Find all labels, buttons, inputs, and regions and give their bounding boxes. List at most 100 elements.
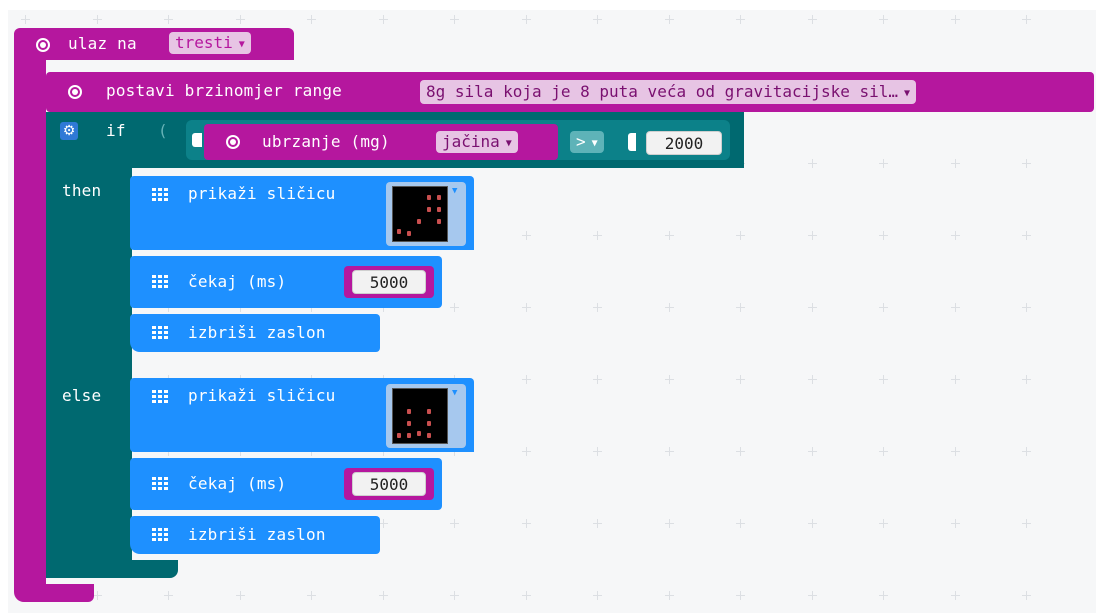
set-accelerometer-range-block[interactable]: postavi brzinomjer range 8g sila koja je… [46,72,1094,112]
grid-cross [93,591,102,600]
grid-cross [951,15,960,24]
grid-cross [951,231,960,240]
grid-cross [736,519,745,528]
pause-label: čekaj (ms) [188,272,287,291]
if-bottom [46,560,178,578]
grid-cross [951,303,960,312]
grid-cross [808,447,817,456]
grid-icon [152,528,168,542]
gesture-dropdown[interactable]: tresti ▼ [169,32,251,54]
show-icon-label: prikaži sličicu [188,386,336,405]
grid-cross [1022,591,1031,600]
led-image [392,388,448,444]
grid-cross [1022,159,1031,168]
grid-cross [736,303,745,312]
grid-icon [152,275,168,289]
gear-icon[interactable]: ⚙ [60,122,78,140]
show-icon-label: prikaži sličicu [188,184,336,203]
dropdown-arrow-icon: ▼ [505,138,512,149]
clear-screen-block[interactable]: izbriši zaslon [130,314,380,352]
grid-cross [593,231,602,240]
grid-cross [879,519,888,528]
if-label: if [106,121,126,140]
clear-screen-label: izbriši zaslon [188,525,326,544]
grid-cross [522,231,531,240]
grid-cross [808,303,817,312]
range-value: 8g sila koja je 8 puta veća od gravitaci… [426,82,899,101]
grid-cross [665,591,674,600]
grid-cross [879,447,888,456]
grid-cross [593,15,602,24]
grid-cross [879,375,888,384]
pause-label: čekaj (ms) [188,474,287,493]
grid-cross [522,519,531,528]
grid-cross [808,159,817,168]
pause-block[interactable]: čekaj (ms) 5000 [130,458,442,510]
grid-cross [1022,303,1031,312]
acceleration-label: ubrzanje (mg) [262,132,390,151]
comparison-value-input[interactable]: 2000 [646,131,722,155]
on-gesture-bottom [14,584,94,602]
number-notch [628,133,636,151]
icon-picker[interactable]: ▼ [386,182,466,246]
grid-cross [736,231,745,240]
show-icon-block[interactable]: prikaži sličicu ▼ [130,378,474,452]
grid-cross [522,303,531,312]
grid-cross [736,591,745,600]
grid-cross [736,375,745,384]
grid-cross [450,519,459,528]
grid-cross [379,15,388,24]
grid-cross [379,519,388,528]
grid-icon [152,326,168,340]
grid-cross [951,159,960,168]
grid-cross [879,303,888,312]
pause-value: 5000 [369,273,409,292]
if-paren: ( [158,121,168,140]
grid-cross [450,591,459,600]
grid-cross [808,591,817,600]
event-prefix-label: ulaz na [68,34,137,53]
led-image [392,186,448,242]
grid-cross [665,447,674,456]
grid-cross [593,519,602,528]
target-icon [68,85,82,99]
icon-picker[interactable]: ▼ [386,384,466,448]
acceleration-block[interactable]: ubrzanje (mg) jačina ▼ [204,124,558,160]
clear-screen-block[interactable]: izbriši zaslon [130,516,380,554]
grid-cross [879,159,888,168]
range-label: postavi brzinomjer range [106,81,342,100]
grid-cross [450,303,459,312]
grid-cross [1022,231,1031,240]
dropdown-arrow-icon: ▼ [591,138,598,149]
target-icon [36,38,50,52]
pause-block[interactable]: čekaj (ms) 5000 [130,256,442,308]
grid-cross [164,15,173,24]
on-gesture-block[interactable]: ulaz na tresti ▼ [14,28,294,60]
grid-cross [593,303,602,312]
pause-value-input[interactable]: 5000 [352,270,426,294]
clear-screen-label: izbriši zaslon [188,323,326,342]
grid-cross [736,15,745,24]
grid-cross [736,447,745,456]
comparison-value: 2000 [664,134,704,153]
grid-cross [665,519,674,528]
on-gesture-left-rail [14,60,46,588]
grid-cross [879,231,888,240]
grid-cross [951,375,960,384]
grid-cross [879,591,888,600]
grid-cross [951,591,960,600]
grid-cross [307,15,316,24]
grid-icon [152,390,168,404]
grid-icon [152,188,168,202]
grid-cross [522,15,531,24]
grid-cross [665,375,674,384]
grid-icon [152,477,168,491]
pause-value-input[interactable]: 5000 [352,472,426,496]
grid-cross [450,15,459,24]
show-icon-block[interactable]: prikaži sličicu ▼ [130,176,474,250]
operator-dropdown[interactable]: > ▼ [570,131,604,153]
range-dropdown[interactable]: 8g sila koja je 8 puta veća od gravitaci… [420,80,917,104]
grid-cross [522,447,531,456]
grid-cross [379,591,388,600]
axis-dropdown[interactable]: jačina ▼ [436,131,518,153]
